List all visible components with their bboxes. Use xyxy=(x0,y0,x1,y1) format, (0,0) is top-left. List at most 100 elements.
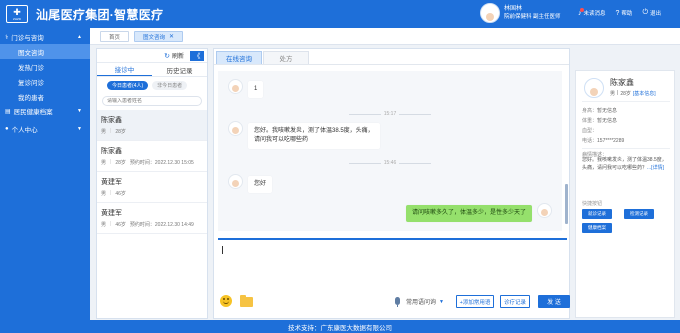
footer: 技术支持：广东康医大数据有限公司 xyxy=(0,320,680,333)
chevron-down-icon: ▼ xyxy=(77,108,82,114)
basic-info-link[interactable]: [基本信息] xyxy=(633,90,656,97)
patient-name: 黄建军 xyxy=(101,210,122,217)
avatar xyxy=(537,203,552,218)
user-profile[interactable]: 林国林 院前保健科 副主任医师 xyxy=(480,3,561,23)
info-weight: 体重：暂无信息 xyxy=(582,118,618,124)
timestamp-divider: 15:17 xyxy=(218,111,562,117)
folder-icon[interactable] xyxy=(240,295,253,307)
menu-group-personal[interactable]: ● 个人中心 ▼ xyxy=(0,122,90,136)
patient-gender: 男 xyxy=(610,91,616,97)
health-records-button[interactable]: 健康档案 xyxy=(582,223,612,233)
quick-buttons-title: 快捷按钮 xyxy=(582,201,603,207)
tab-in-consult[interactable]: 接诊中 xyxy=(97,63,152,76)
patient-name: 陈家鑫 xyxy=(610,78,634,87)
common-phrases-select[interactable]: 常用语问询 ▼ xyxy=(406,296,444,307)
select-label: 常用语问询 xyxy=(406,300,437,306)
test-records-button[interactable]: 检测记录 xyxy=(624,209,654,219)
sidebar-item-my-patients[interactable]: 我的患者 xyxy=(0,89,90,104)
chat-panel: 在线咨询 处方 1 15:17 您好。我咳嗽发炎，测了体温38.5度，头痛， 请… xyxy=(213,48,570,319)
tab-history[interactable]: 历史记录 xyxy=(152,63,207,76)
patient-age: 46岁 xyxy=(115,191,126,197)
message-list[interactable]: 1 15:17 您好。我咳嗽发炎，测了体温38.5度，头痛， 请问我可以吃哪些药… xyxy=(218,71,562,231)
patient-list-item[interactable]: 黄建军 男 | 46岁 预约时间：2022.12.30 14:49 xyxy=(97,203,207,234)
patient-name: 陈家鑫 xyxy=(101,148,122,155)
patient-list-item[interactable]: 陈家鑫 男 | 28岁 预约时间：2022.12.30 15:05 xyxy=(97,141,207,172)
microphone-icon[interactable] xyxy=(395,297,400,307)
top-header: ✚ ZHZD 汕尾医疗集团·智慧医疗 林国林 院前保健科 副主任医师 ♪ 未读消… xyxy=(0,0,680,28)
visit-records-button[interactable]: 就诊记录 xyxy=(582,209,612,219)
tab-image-consult[interactable]: 图文咨询 ✕ xyxy=(134,31,184,42)
avatar xyxy=(584,78,604,98)
sidebar: ⚕ 门诊与咨询 ▲ 图文咨询 发热门诊 复诊问诊 我的患者 ▤ 居民健康档案 ▼… xyxy=(0,28,90,320)
tab-prescription[interactable]: 处方 xyxy=(263,51,309,64)
logout-label: 退出 xyxy=(649,11,661,17)
info-height: 身高：暂无信息 xyxy=(582,108,618,114)
hospital-logo: ✚ ZHZD xyxy=(6,5,28,23)
message-bubble: 您好。我咳嗽发炎，测了体温38.5度，头痛， 请问我可以吃哪些药 xyxy=(248,123,380,149)
patient-list-item[interactable]: 陈家鑫 男 | 28岁 xyxy=(97,110,207,141)
today-patients-filter[interactable]: 今日患者(4人) xyxy=(107,81,149,90)
patient-age: 46岁 xyxy=(115,222,126,228)
chevron-up-icon: ▲ xyxy=(77,34,82,40)
message-bubble: 1 xyxy=(248,81,264,98)
patient-search-input[interactable] xyxy=(107,98,187,104)
refresh-button[interactable]: ↻ 刷新 xyxy=(164,51,184,61)
patient-gender: 男 xyxy=(101,160,107,166)
stethoscope-icon: ⚕ xyxy=(5,34,9,41)
message-line: 请问我可以吃哪些药 xyxy=(254,137,309,143)
power-icon: ⏻ xyxy=(642,9,648,16)
unread-label: 未读消息 xyxy=(583,11,606,17)
consult-record-button[interactable]: 诊疗记录 xyxy=(500,295,530,308)
appointment-time: 预约时间：2022.12.30 14:49 xyxy=(129,222,194,228)
avatar xyxy=(480,3,500,23)
app-title: 汕尾医疗集团·智慧医疗 xyxy=(36,7,164,22)
send-button[interactable]: 发 送 xyxy=(538,295,570,308)
patient-gender: 男 xyxy=(101,129,107,135)
add-phrase-button[interactable]: +添加常用语 xyxy=(456,295,494,308)
condition-description: 您好。我咳嗽发炎，测了体温38.5度，头痛，请问我可以吃哪些药？...[详情] xyxy=(582,157,667,171)
patient-age: 28岁 xyxy=(115,129,126,135)
emoji-icon[interactable] xyxy=(220,295,232,307)
collapse-button[interactable]: 《 xyxy=(190,50,204,61)
other-patients-filter[interactable]: 非今日患者 xyxy=(152,81,188,90)
help-button[interactable]: ? 帮助 xyxy=(615,9,633,18)
menu-group-label: 门诊与咨询 xyxy=(11,35,44,42)
user-role: 院前保健科 副主任医师 xyxy=(504,14,561,20)
patient-search xyxy=(102,96,202,106)
message-doctor: 请问咳嗽多久了，体温多少，是性多少天了 xyxy=(405,203,552,222)
menu-group-outpatient[interactable]: ⚕ 门诊与咨询 ▲ xyxy=(0,30,90,44)
patient-info-panel: 陈家鑫 男 | 28岁 [基本信息] 身高：暂无信息 体重：暂无信息 血型： 电… xyxy=(575,70,675,318)
tab-online-consult[interactable]: 在线咨询 xyxy=(216,51,262,64)
sidebar-item-revisit[interactable]: 复诊问诊 xyxy=(0,74,90,89)
folder-icon: ▤ xyxy=(5,108,11,115)
sidebar-item-fever-clinic[interactable]: 发热门诊 xyxy=(0,59,90,74)
info-phone: 电话：157****2289 xyxy=(582,138,625,144)
message-patient: 您好。我咳嗽发炎，测了体温38.5度，头痛， 请问我可以吃哪些药 xyxy=(228,121,380,149)
logout-button[interactable]: ⏻ 退出 xyxy=(642,9,661,17)
message-input[interactable] xyxy=(218,242,567,284)
patient-name: 黄建军 xyxy=(101,179,122,186)
appointment-time: 预约时间：2022.12.30 15:05 xyxy=(129,160,194,166)
scrollbar[interactable] xyxy=(565,184,568,224)
menu-group-health-records[interactable]: ▤ 居民健康档案 ▼ xyxy=(0,104,90,118)
patient-gender: 男 xyxy=(101,191,107,197)
tab-label: 图文咨询 xyxy=(143,34,166,41)
patient-list-item[interactable]: 黄建军 男 | 46岁 xyxy=(97,172,207,203)
unread-messages-button[interactable]: ♪ 未读消息 xyxy=(578,7,606,17)
caret-down-icon: ▼ xyxy=(439,298,444,305)
message-line: 您好。我咳嗽发炎，测了体温38.5度，头痛， xyxy=(254,128,374,134)
help-icon: ? xyxy=(615,9,620,17)
refresh-label: 刷新 xyxy=(171,54,184,60)
details-link[interactable]: ...[详情] xyxy=(647,165,664,171)
tab-label: 首页 xyxy=(109,34,121,41)
composer-divider xyxy=(218,238,567,240)
avatar xyxy=(228,79,243,94)
patient-gender: 男 xyxy=(101,222,107,228)
tab-home[interactable]: 首页 xyxy=(100,31,130,42)
patient-age: 28岁 xyxy=(620,91,631,97)
close-icon[interactable]: ✕ xyxy=(169,33,174,40)
sidebar-item-image-consult[interactable]: 图文咨询 xyxy=(0,44,90,59)
message-bubble: 请问咳嗽多久了，体温多少，是性多少天了 xyxy=(405,205,532,222)
menu-group-label: 个人中心 xyxy=(11,127,38,134)
user-icon: ● xyxy=(5,126,9,132)
